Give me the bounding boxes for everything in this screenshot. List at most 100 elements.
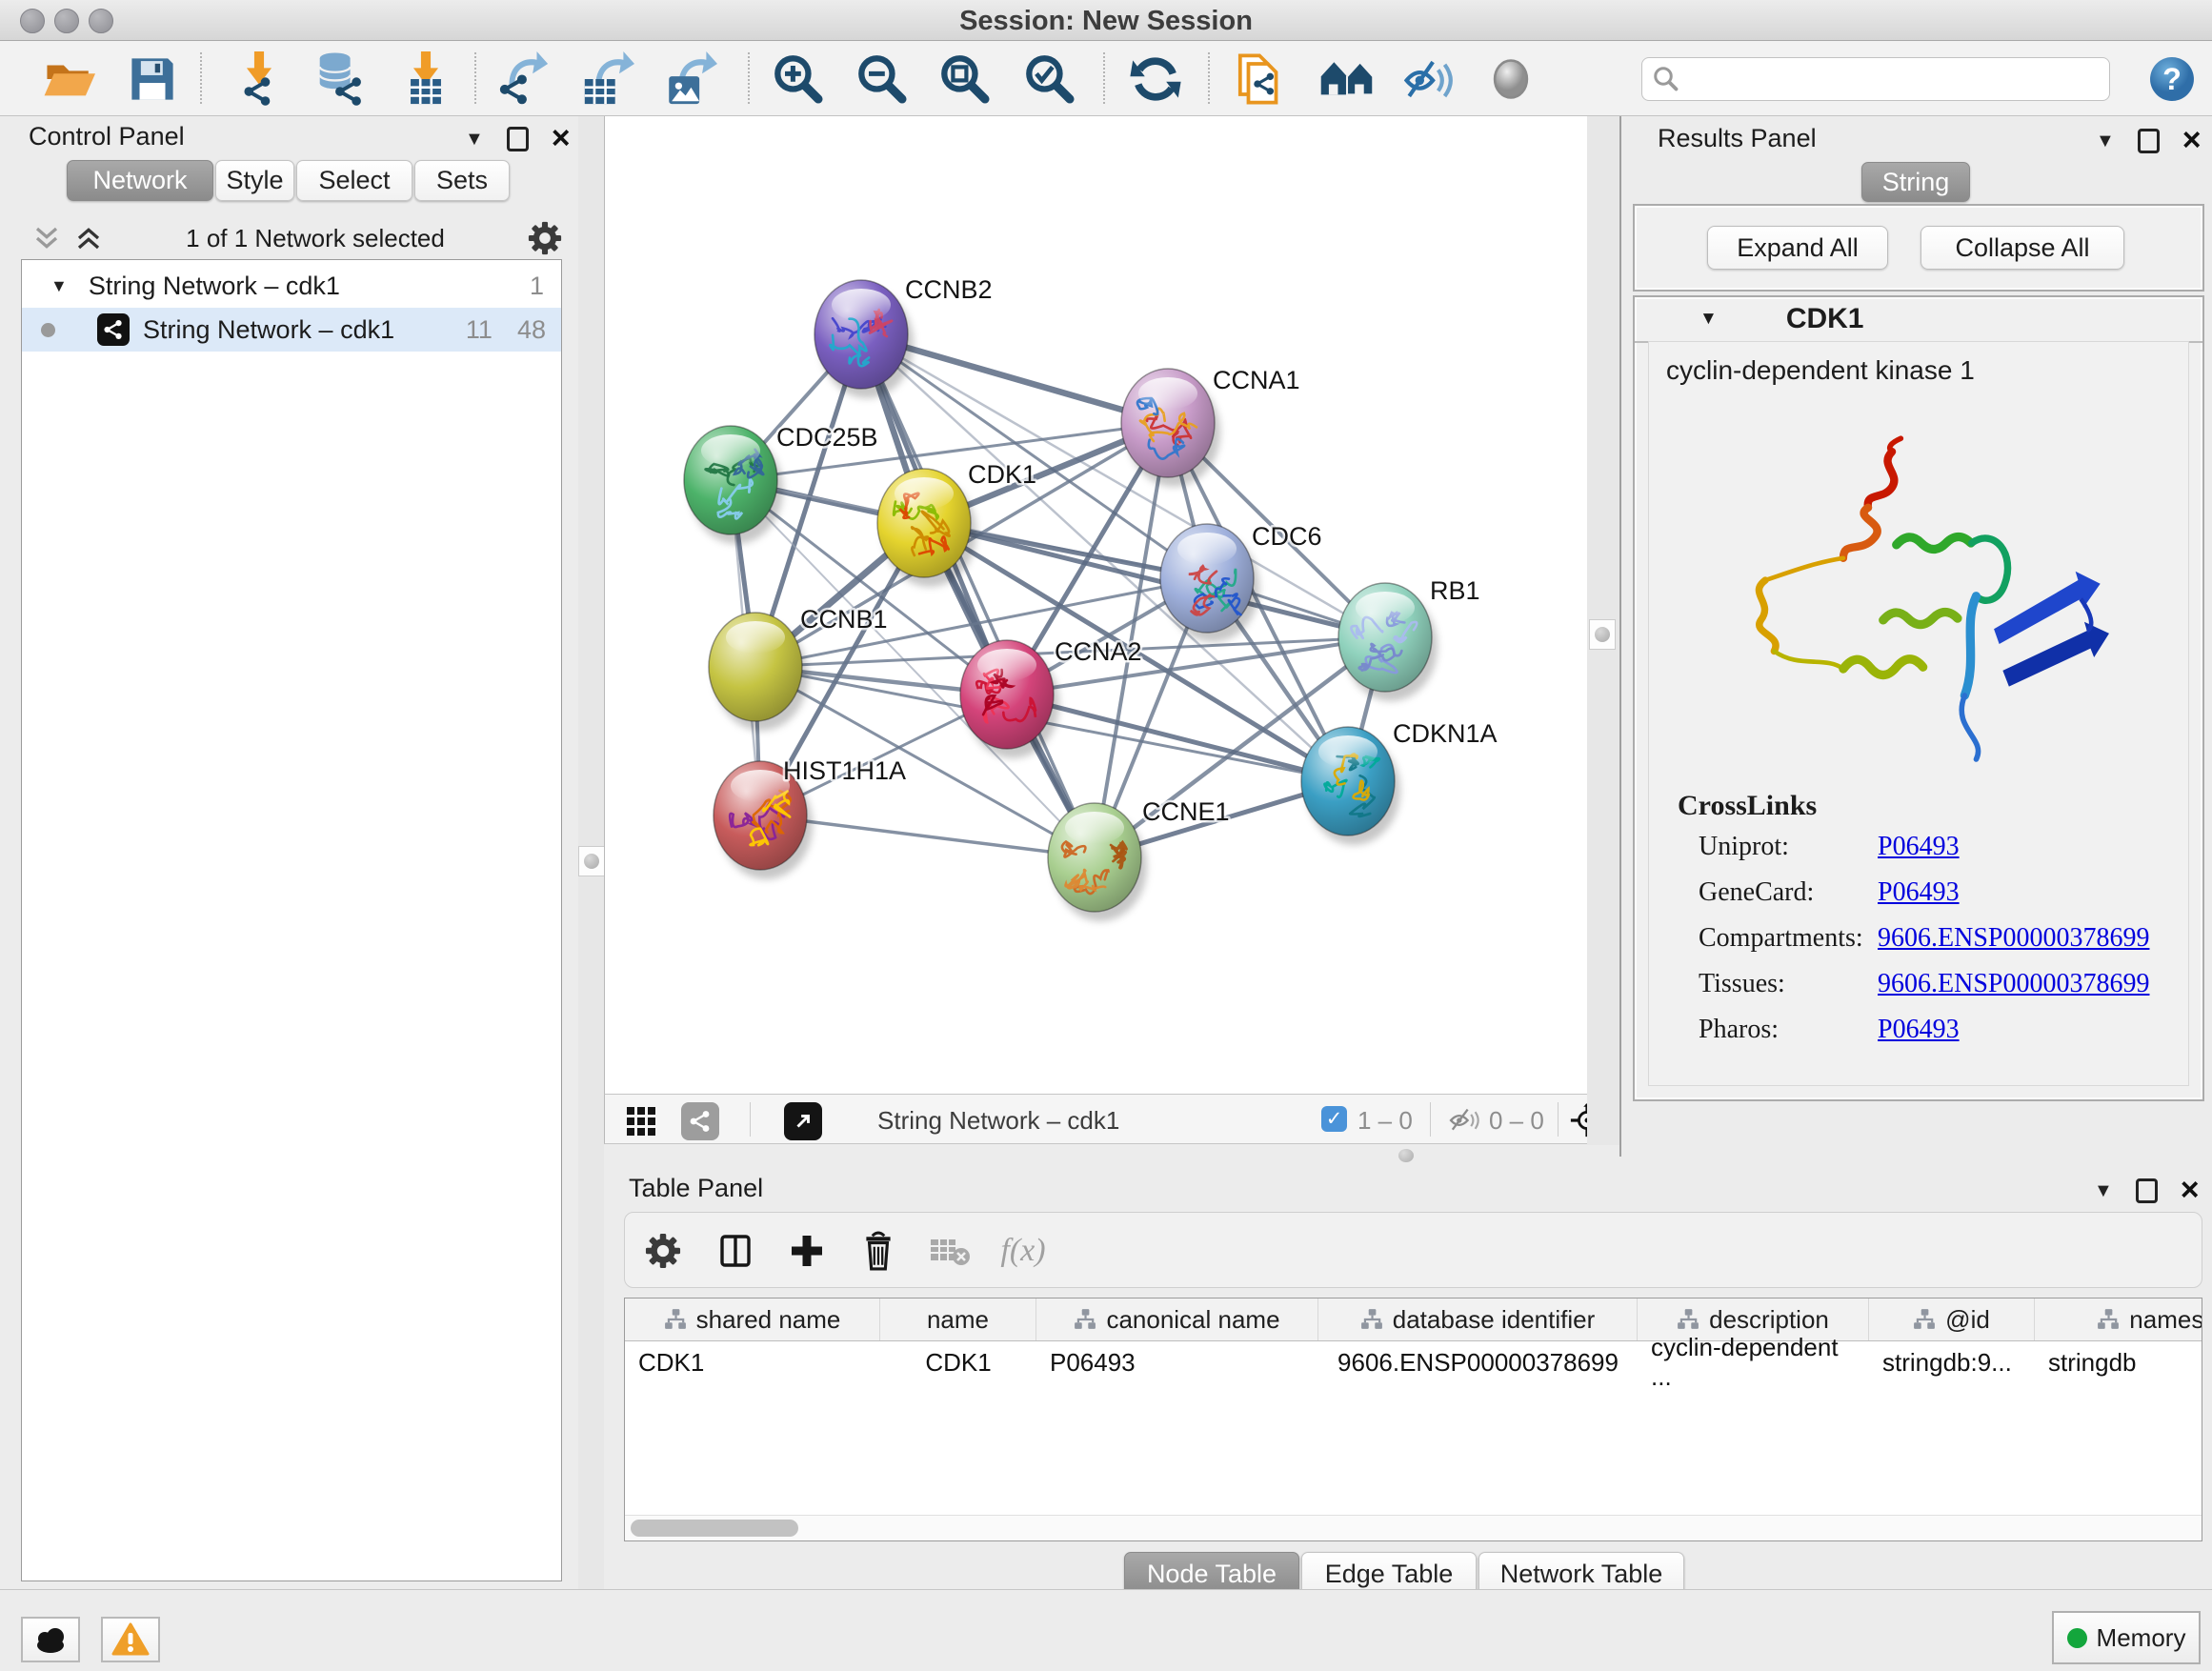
zoom-fit-button[interactable] bbox=[935, 50, 995, 108]
expand-all-button[interactable]: Expand All bbox=[1707, 226, 1888, 270]
table-cell[interactable]: stringdb bbox=[2035, 1341, 2202, 1383]
collapse-panel-icon[interactable]: ▼ bbox=[465, 130, 484, 149]
tab-string[interactable]: String bbox=[1861, 162, 1970, 202]
close-panel-icon[interactable]: × bbox=[552, 126, 571, 151]
table-cell[interactable]: 9606.ENSP00000378699 bbox=[1318, 1341, 1638, 1383]
string-home-button[interactable] bbox=[1317, 50, 1377, 108]
cloud-status-button[interactable] bbox=[21, 1617, 80, 1662]
hidden-items-icon[interactable] bbox=[1447, 1106, 1483, 1135]
search-input[interactable] bbox=[1680, 64, 2100, 95]
search-icon bbox=[1652, 65, 1680, 93]
network-node[interactable] bbox=[960, 640, 1059, 758]
crosslink-link[interactable]: 9606.ENSP00000378699 bbox=[1878, 923, 2149, 953]
table-cell[interactable]: stringdb:9... bbox=[1869, 1341, 2035, 1383]
grid-mode-icon[interactable] bbox=[626, 1106, 656, 1137]
table-options-button[interactable] bbox=[636, 1226, 690, 1276]
float-panel-icon[interactable] bbox=[2138, 129, 2160, 153]
collapse-panel-icon[interactable]: ▼ bbox=[2096, 131, 2115, 151]
zoom-in-button[interactable] bbox=[768, 50, 829, 108]
tab-style[interactable]: Style bbox=[215, 160, 294, 201]
network-node[interactable] bbox=[877, 469, 976, 587]
node-label: CDC6 bbox=[1252, 522, 1322, 551]
network-node[interactable] bbox=[1338, 583, 1438, 701]
zoom-out-button[interactable] bbox=[852, 50, 913, 108]
column-header[interactable]: database identifier bbox=[1318, 1299, 1638, 1340]
crosslink-link[interactable]: P06493 bbox=[1878, 832, 1960, 861]
apply-layout-button[interactable] bbox=[1125, 50, 1186, 108]
network-node[interactable] bbox=[1301, 727, 1400, 845]
crosslink-label: Compartments: bbox=[1699, 923, 1878, 954]
protein-section-header[interactable]: ▼ CDK1 bbox=[1635, 297, 2202, 343]
help-button[interactable]: ? bbox=[2142, 50, 2202, 108]
import-database-button[interactable] bbox=[309, 50, 370, 108]
network-node[interactable] bbox=[684, 426, 783, 544]
delete-table-button[interactable] bbox=[923, 1226, 976, 1276]
table-cell[interactable]: cyclin-dependent ... bbox=[1638, 1341, 1869, 1383]
hide-graphics-button[interactable] bbox=[1398, 50, 1459, 108]
selected-nodes-checkbox[interactable]: ✓ bbox=[1321, 1106, 1347, 1132]
export-network-button[interactable] bbox=[493, 50, 553, 108]
table-cell[interactable]: CDK1 bbox=[625, 1341, 880, 1383]
tab-network[interactable]: Network bbox=[67, 160, 213, 201]
column-header[interactable]: canonical name bbox=[1036, 1299, 1318, 1340]
export-image-button[interactable] bbox=[659, 50, 720, 108]
create-column-button[interactable] bbox=[780, 1226, 834, 1276]
import-network-button[interactable] bbox=[229, 50, 290, 108]
collapse-all-icon[interactable] bbox=[32, 224, 61, 252]
close-panel-icon[interactable]: × bbox=[2182, 128, 2202, 153]
tree-expander-icon[interactable]: ▼ bbox=[50, 276, 68, 296]
delete-column-button[interactable] bbox=[852, 1226, 905, 1276]
crosslink-link[interactable]: 9606.ENSP00000378699 bbox=[1878, 969, 2149, 998]
right-panel-divider[interactable] bbox=[1587, 116, 1619, 1145]
column-header[interactable]: @id bbox=[1869, 1299, 2035, 1340]
tab-sets[interactable]: Sets bbox=[414, 160, 510, 201]
column-header[interactable]: shared name bbox=[625, 1299, 880, 1340]
network-view-type-icon[interactable] bbox=[681, 1102, 719, 1140]
scrollbar-thumb[interactable] bbox=[631, 1520, 798, 1537]
network-canvas[interactable]: CCNB2CCNA1CDC25BCDK1CDC6RB1CCNB1CCNA2CDK… bbox=[604, 116, 1588, 1094]
table-row[interactable]: CDK1CDK1P064939606.ENSP00000378699cyclin… bbox=[625, 1341, 2202, 1383]
save-session-button[interactable] bbox=[122, 50, 183, 108]
network-collection-row[interactable]: ▼ String Network – cdk1 1 bbox=[22, 264, 561, 308]
warnings-button[interactable] bbox=[101, 1617, 160, 1662]
detach-view-icon[interactable] bbox=[784, 1102, 822, 1140]
show-graphics-button[interactable] bbox=[1480, 50, 1541, 108]
table-cell[interactable]: CDK1 bbox=[880, 1341, 1036, 1383]
share-document-button[interactable] bbox=[1232, 50, 1293, 108]
float-panel-icon[interactable] bbox=[507, 127, 529, 151]
search-field[interactable] bbox=[1641, 57, 2110, 101]
divider-handle[interactable] bbox=[1589, 619, 1616, 650]
function-builder-button[interactable]: f(x) bbox=[996, 1226, 1050, 1276]
crosslink-link[interactable]: P06493 bbox=[1878, 877, 1960, 907]
left-panel-divider[interactable] bbox=[578, 116, 604, 1589]
network-options-gear-icon[interactable] bbox=[528, 221, 562, 255]
table-cell[interactable]: P06493 bbox=[1036, 1341, 1318, 1383]
export-table-button[interactable] bbox=[576, 50, 637, 108]
network-node[interactable] bbox=[709, 613, 808, 731]
open-session-button[interactable] bbox=[40, 50, 101, 108]
float-panel-icon[interactable] bbox=[2136, 1178, 2158, 1203]
crosslink-link[interactable]: P06493 bbox=[1878, 1015, 1960, 1044]
table-horizontal-scrollbar[interactable] bbox=[625, 1515, 2202, 1540]
section-expander-icon[interactable]: ▼ bbox=[1699, 309, 1718, 330]
collapse-panel-icon[interactable]: ▼ bbox=[2094, 1181, 2113, 1200]
column-header[interactable]: name bbox=[880, 1299, 1036, 1340]
collapse-all-button[interactable]: Collapse All bbox=[1920, 226, 2124, 270]
divider-handle[interactable] bbox=[578, 846, 605, 876]
network-row[interactable]: String Network – cdk1 11 48 bbox=[22, 308, 561, 352]
splitter-handle[interactable] bbox=[1398, 1149, 1414, 1162]
network-node[interactable] bbox=[1160, 524, 1259, 642]
node-label: CDK1 bbox=[968, 460, 1036, 489]
memory-button[interactable]: Memory bbox=[2052, 1611, 2201, 1664]
show-columns-button[interactable] bbox=[709, 1226, 762, 1276]
network-node[interactable] bbox=[1121, 369, 1220, 487]
zoom-selected-button[interactable] bbox=[1019, 50, 1080, 108]
import-table-button[interactable] bbox=[395, 50, 456, 108]
network-node[interactable] bbox=[1048, 803, 1147, 921]
expand-all-icon[interactable] bbox=[74, 224, 103, 252]
tab-select[interactable]: Select bbox=[296, 160, 412, 201]
close-panel-icon[interactable]: × bbox=[2181, 1178, 2200, 1203]
node-table[interactable]: shared namenamecanonical namedatabase id… bbox=[624, 1298, 2202, 1541]
column-header[interactable]: namespace bbox=[2035, 1299, 2202, 1340]
network-node[interactable] bbox=[814, 280, 914, 398]
